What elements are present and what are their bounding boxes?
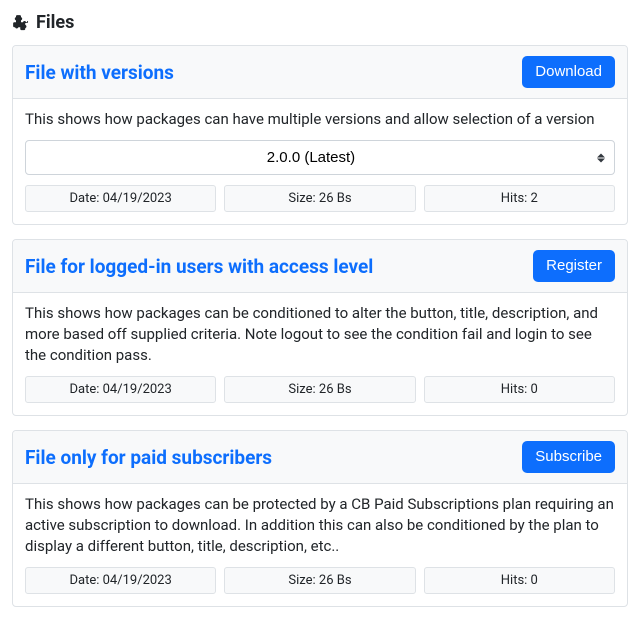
- file-title-link[interactable]: File only for paid subscribers: [25, 446, 272, 469]
- file-card-body: This shows how packages can have multipl…: [13, 99, 627, 224]
- file-card: File only for paid subscribers Subscribe…: [12, 430, 628, 607]
- file-title-link[interactable]: File for logged-in users with access lev…: [25, 255, 373, 278]
- file-description: This shows how packages can be condition…: [25, 303, 615, 366]
- file-stat-hits: Hits: 2: [424, 185, 615, 212]
- file-card-header: File for logged-in users with access lev…: [13, 240, 627, 293]
- file-card-header: File with versions Download: [13, 46, 627, 99]
- file-card: File with versions Download This shows h…: [12, 45, 628, 225]
- file-stat-date: Date: 04/19/2023: [25, 376, 216, 403]
- file-stat-size: Size: 26 Bs: [224, 185, 415, 212]
- file-title-link[interactable]: File with versions: [25, 61, 174, 84]
- file-stat-size: Size: 26 Bs: [224, 376, 415, 403]
- file-card-body: This shows how packages can be condition…: [13, 293, 627, 415]
- download-button[interactable]: Download: [522, 56, 615, 88]
- file-description: This shows how packages can be protected…: [25, 494, 615, 557]
- file-stats-row: Date: 04/19/2023 Size: 26 Bs Hits: 0: [25, 567, 615, 594]
- page-title: Files: [36, 12, 74, 33]
- file-stat-date: Date: 04/19/2023: [25, 567, 216, 594]
- subscribe-button[interactable]: Subscribe: [522, 441, 615, 473]
- file-card-header: File only for paid subscribers Subscribe: [13, 431, 627, 484]
- page-title-row: Files: [12, 12, 628, 33]
- file-stats-row: Date: 04/19/2023 Size: 26 Bs Hits: 2: [25, 185, 615, 212]
- register-button[interactable]: Register: [533, 250, 615, 282]
- file-description: This shows how packages can have multipl…: [25, 109, 615, 130]
- file-card: File for logged-in users with access lev…: [12, 239, 628, 416]
- puzzle-piece-icon: [12, 14, 30, 32]
- version-select[interactable]: 2.0.0 (Latest): [25, 140, 615, 175]
- file-stat-hits: Hits: 0: [424, 376, 615, 403]
- version-select-wrap: 2.0.0 (Latest): [25, 140, 615, 175]
- file-card-body: This shows how packages can be protected…: [13, 484, 627, 606]
- file-stat-date: Date: 04/19/2023: [25, 185, 216, 212]
- file-stat-hits: Hits: 0: [424, 567, 615, 594]
- file-stat-size: Size: 26 Bs: [224, 567, 415, 594]
- file-stats-row: Date: 04/19/2023 Size: 26 Bs Hits: 0: [25, 376, 615, 403]
